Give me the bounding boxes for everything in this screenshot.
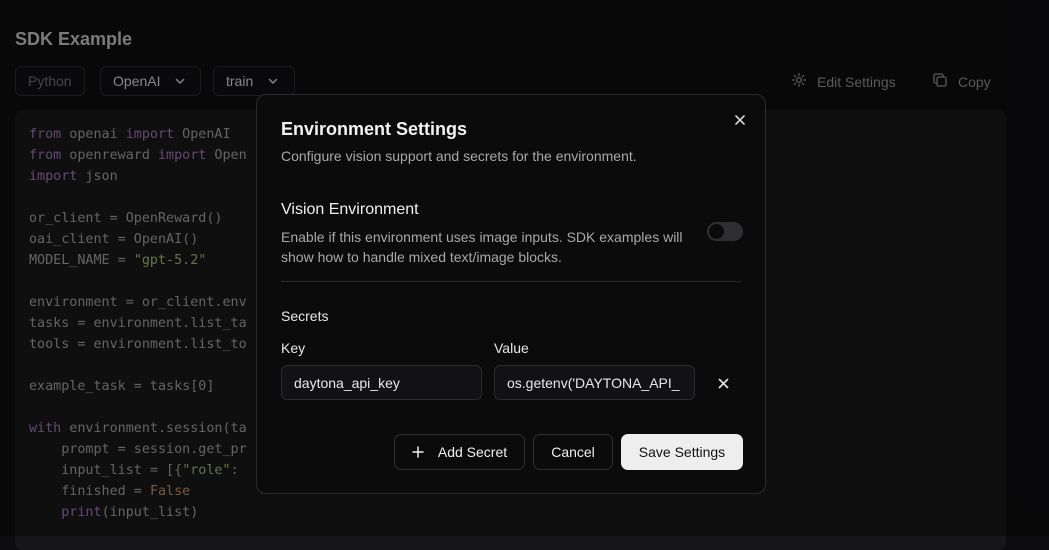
save-label: Save Settings	[638, 444, 726, 460]
add-secret-button[interactable]: Add Secret	[394, 434, 525, 470]
dialog-title: Environment Settings	[281, 119, 468, 139]
add-secret-label: Add Secret	[437, 444, 508, 460]
close-icon	[735, 115, 745, 125]
secret-key-input[interactable]: daytona_api_key	[281, 365, 482, 400]
secret-value-input[interactable]: os.getenv('DAYTONA_API_	[494, 365, 695, 400]
close-icon	[718, 378, 728, 388]
save-settings-button[interactable]: Save Settings	[621, 434, 743, 470]
environment-settings-dialog: Environment Settings Configure vision su…	[256, 94, 766, 494]
divider	[281, 281, 741, 282]
toggle-knob	[709, 224, 724, 239]
key-label: Key	[281, 340, 306, 356]
cancel-button[interactable]: Cancel	[533, 434, 613, 470]
dialog-subtitle: Configure vision support and secrets for…	[281, 148, 637, 164]
vision-description: Enable if this environment uses image in…	[281, 229, 683, 265]
vision-title: Vision Environment	[281, 201, 419, 218]
plus-icon	[412, 446, 424, 458]
remove-secret-button[interactable]	[717, 377, 729, 389]
vision-toggle[interactable]	[707, 222, 743, 241]
close-button[interactable]	[732, 112, 748, 128]
cancel-label: Cancel	[551, 444, 595, 460]
secrets-title: Secrets	[281, 308, 329, 324]
value-label: Value	[494, 340, 529, 356]
